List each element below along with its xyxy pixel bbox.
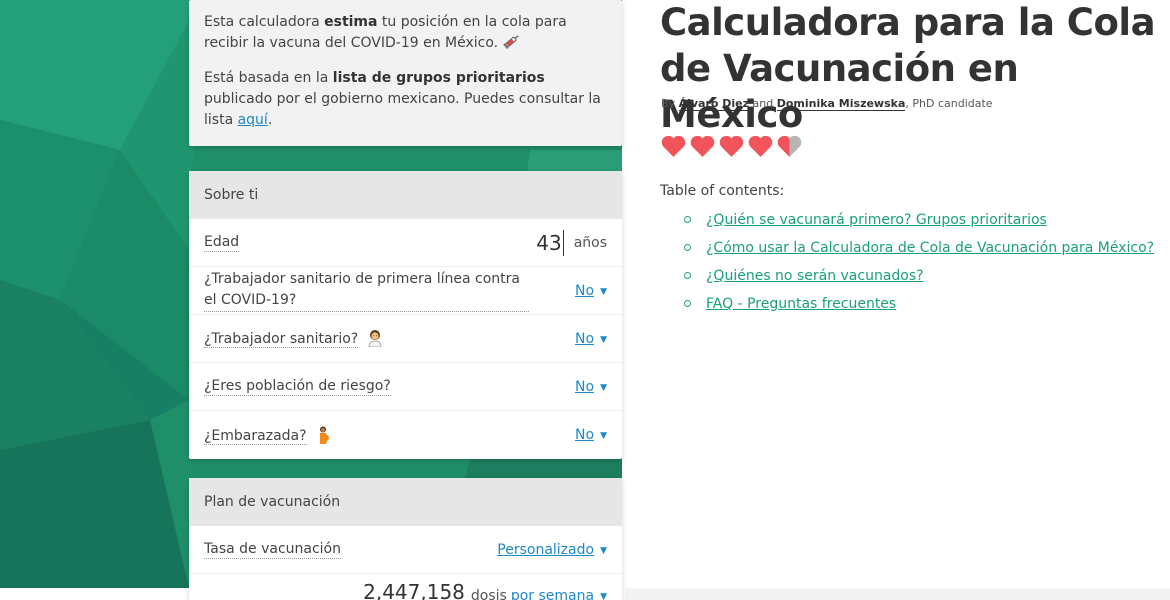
age-row: Edad años (189, 219, 622, 267)
about-you-card: Sobre ti Edad años ¿Trabajador sanitario… (189, 171, 622, 459)
vaccination-rate-label: Tasa de vacunación (204, 541, 341, 559)
author-link-dominika[interactable]: Dominika Miszewska (776, 97, 906, 111)
caret-down-icon: ▼ (600, 592, 607, 600)
vaccination-rate-dropdown[interactable]: Personalizado ▼ (497, 542, 607, 558)
pregnant-woman-icon (320, 426, 329, 444)
author-link-alvaro[interactable]: Álvaro Diez (678, 97, 750, 111)
health-worker-dropdown[interactable]: No ▼ (575, 331, 607, 347)
doses-unit: dosis (470, 588, 507, 600)
byline: By Álvaro Diez and Dominika Miszewska, P… (661, 97, 993, 111)
doses-row: 2,447,158 dosis por semana ▼ (189, 574, 622, 600)
frontline-worker-label: ¿Trabajador sanitario de primera línea c… (204, 269, 529, 312)
toc-link-priority-groups[interactable]: ¿Quién se vacunará primero? Grupos prior… (706, 212, 1047, 228)
intro-card: Esta calculadora estima tu posición en l… (189, 0, 622, 146)
rating-hearts[interactable] (660, 134, 803, 158)
table-of-contents: ¿Quién se vacunará primero? Grupos prior… (684, 210, 1154, 322)
frontline-worker-row: ¿Trabajador sanitario de primera línea c… (189, 267, 622, 315)
toc-link-how-to-use[interactable]: ¿Cómo usar la Calculadora de Cola de Vac… (706, 240, 1154, 256)
pregnant-label: ¿Embarazada? (204, 427, 307, 445)
about-you-heading: Sobre ti (189, 171, 622, 219)
toc-item: ¿Cómo usar la Calculadora de Cola de Vac… (684, 238, 1154, 266)
list-link[interactable]: aquí (238, 112, 268, 128)
age-unit: años (573, 234, 607, 251)
risk-population-row: ¿Eres población de riesgo? No ▼ (189, 363, 622, 411)
toc-link-faq[interactable]: FAQ - Preguntas frecuentes (706, 296, 896, 312)
caret-down-icon: ▼ (600, 545, 607, 556)
pregnant-row: ¿Embarazada? No ▼ (189, 411, 622, 459)
heart-icon[interactable] (718, 134, 745, 158)
toc-item: ¿Quiénes no serán vacunados? (684, 266, 1154, 294)
vaccination-rate-row: Tasa de vacunación Personalizado ▼ (189, 526, 622, 574)
caret-down-icon: ▼ (600, 334, 607, 345)
intro-paragraph-1: Esta calculadora estima tu posición en l… (204, 14, 567, 51)
caret-down-icon: ▼ (600, 431, 607, 441)
toc-item: ¿Quién se vacunará primero? Grupos prior… (684, 210, 1154, 238)
age-label: Edad (204, 234, 240, 252)
health-worker-row: ¿Trabajador sanitario? No ▼ (189, 315, 622, 363)
risk-population-label: ¿Eres población de riesgo? (204, 378, 391, 396)
toc-label: Table of contents: (660, 183, 785, 199)
pregnant-dropdown[interactable]: No ▼ (575, 427, 607, 443)
health-worker-icon (368, 330, 382, 347)
period-dropdown[interactable]: por semana ▼ (511, 588, 607, 600)
frontline-worker-dropdown[interactable]: No ▼ (575, 283, 607, 299)
page-title: Calculadora para la Cola de Vacunación e… (660, 1, 1156, 136)
caret-down-icon: ▼ (600, 286, 607, 297)
heart-icon[interactable] (660, 134, 687, 158)
age-input[interactable] (523, 229, 564, 256)
syringe-icon (502, 35, 519, 49)
toc-link-not-vaccinated[interactable]: ¿Quiénes no serán vacunados? (706, 268, 924, 284)
doses-input[interactable]: 2,447,158 (363, 580, 465, 600)
vaccination-plan-heading: Plan de vacunación (189, 478, 622, 526)
heart-icon[interactable] (689, 134, 716, 158)
intro-paragraph-2: Está basada en la lista de grupos priori… (204, 70, 601, 128)
half-heart-icon[interactable] (776, 134, 803, 158)
toc-item: FAQ - Preguntas frecuentes (684, 294, 1154, 322)
risk-population-dropdown[interactable]: No ▼ (575, 379, 607, 395)
vaccination-plan-card: Plan de vacunación Tasa de vacunación Pe… (189, 478, 622, 600)
health-worker-label: ¿Trabajador sanitario? (204, 331, 359, 348)
caret-down-icon: ▼ (600, 382, 607, 393)
heart-icon[interactable] (747, 134, 774, 158)
